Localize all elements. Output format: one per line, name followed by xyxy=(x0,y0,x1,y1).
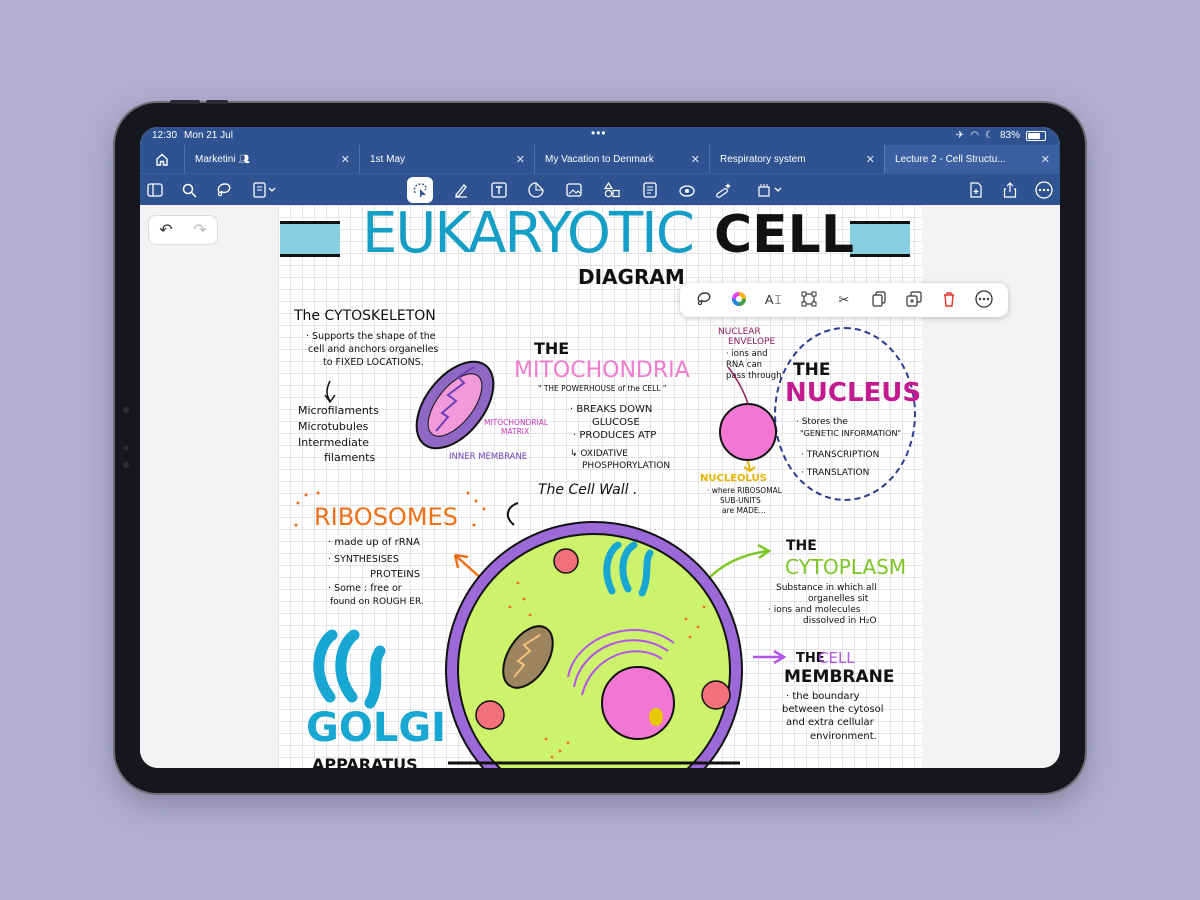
moon-icon: ☾ xyxy=(985,130,994,141)
golgi-drawing xyxy=(313,629,386,709)
scissors-icon[interactable]: ✂ xyxy=(833,292,855,308)
close-tab-icon[interactable]: ✕ xyxy=(341,153,350,166)
more-icon[interactable] xyxy=(1032,178,1056,202)
search-icon[interactable] xyxy=(177,178,201,202)
battery-icon xyxy=(1026,130,1046,141)
document-menu-icon[interactable] xyxy=(248,178,282,202)
close-tab-icon[interactable]: ✕ xyxy=(1041,153,1050,166)
toolbar xyxy=(140,173,1060,206)
close-tab-icon[interactable]: ✕ xyxy=(516,153,525,166)
duplicate-icon[interactable] xyxy=(903,290,925,310)
app-screen: 12:30 Mon 21 Jul ••• ✈ ◠ ☾ 83% Marketini… xyxy=(140,127,1060,768)
airplane-icon: ✈ xyxy=(955,130,965,141)
pen-icon[interactable] xyxy=(449,178,473,202)
multitask-dots-icon[interactable]: ••• xyxy=(591,127,607,140)
redo-icon[interactable]: ↷ xyxy=(193,220,206,240)
tab-label: Lecture 2 - Cell Structu... xyxy=(895,153,1006,165)
share-icon[interactable] xyxy=(998,178,1022,202)
tab-bar: Marketini 👥︎ ✕ 1st May ✕ My Vacation to … xyxy=(140,145,1060,173)
shapes-icon[interactable] xyxy=(600,178,624,202)
close-tab-icon[interactable]: ✕ xyxy=(866,153,875,166)
laser-icon[interactable] xyxy=(675,178,699,202)
volume-button xyxy=(170,100,200,104)
camera-sensor xyxy=(124,446,128,450)
sticker-icon[interactable] xyxy=(524,178,548,202)
status-bar: 12:30 Mon 21 Jul ••• ✈ ◠ ☾ 83% xyxy=(140,127,1060,145)
resize-icon[interactable] xyxy=(798,291,820,310)
status-time: 12:30 xyxy=(152,130,178,141)
tab-label: 1st May xyxy=(370,153,406,165)
cell-drawing xyxy=(445,521,743,768)
image-icon[interactable] xyxy=(562,178,586,202)
delete-icon[interactable] xyxy=(938,291,960,310)
copy-icon[interactable] xyxy=(868,290,890,310)
magic-icon[interactable] xyxy=(711,178,735,202)
canvas-area[interactable]: ↶ ↷ EUKARYOTIC CELL DIAGRAM The CYTOSKEL… xyxy=(140,205,1060,768)
close-tab-icon[interactable]: ✕ xyxy=(691,153,700,166)
elements-icon[interactable] xyxy=(754,178,788,202)
tab-1st-may[interactable]: 1st May ✕ xyxy=(359,145,534,173)
battery-percent: 83% xyxy=(999,130,1020,141)
color-wheel-icon[interactable] xyxy=(728,291,750,310)
tab-respiratory-system[interactable]: Respiratory system ✕ xyxy=(709,145,884,173)
lasso-select-icon[interactable] xyxy=(407,177,433,203)
lasso-icon[interactable] xyxy=(212,178,236,202)
text-icon[interactable] xyxy=(487,178,511,202)
lasso-icon[interactable] xyxy=(693,291,715,310)
tab-label: My Vacation to Denmark xyxy=(545,153,654,165)
shared-icon: 👥︎ xyxy=(238,153,250,164)
tab-label: Marketini xyxy=(195,153,236,165)
wifi-icon: ◠ xyxy=(970,130,980,141)
undo-icon[interactable]: ↶ xyxy=(159,220,172,240)
sidebar-icon[interactable] xyxy=(143,178,167,202)
tab-lecture-2[interactable]: Lecture 2 - Cell Structu... ✕ xyxy=(884,145,1059,173)
ribosome-dots xyxy=(294,491,486,527)
undo-redo-group: ↶ ↷ xyxy=(148,215,218,245)
note-icon[interactable] xyxy=(638,178,662,202)
tab-vacation-denmark[interactable]: My Vacation to Denmark ✕ xyxy=(534,145,709,173)
camera-sensor xyxy=(123,407,129,413)
mitochondria-drawing xyxy=(415,360,495,450)
more-icon[interactable] xyxy=(973,289,995,311)
camera-sensor xyxy=(123,462,129,468)
add-page-icon[interactable] xyxy=(964,178,988,202)
ai-icon[interactable]: A𝙸 xyxy=(763,292,785,308)
tab-label: Respiratory system xyxy=(720,153,806,165)
selection-toolbar: A𝙸 ✂ xyxy=(680,283,1008,317)
status-indicators: ✈ ◠ ☾ 83% xyxy=(956,130,1046,141)
volume-button xyxy=(206,100,228,104)
tab-marketini[interactable]: Marketini 👥︎ ✕ xyxy=(184,145,359,173)
home-icon[interactable] xyxy=(140,145,184,173)
nucleus-drawing xyxy=(719,366,777,473)
status-date: Mon 21 Jul xyxy=(184,130,233,141)
